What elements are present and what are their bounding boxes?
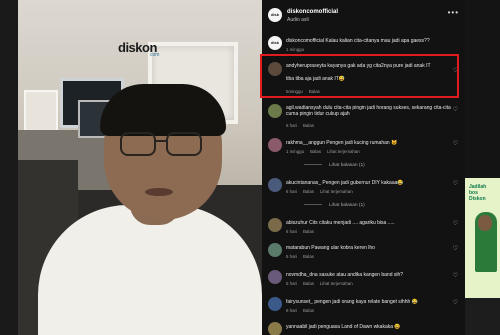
heart-icon[interactable]: ♡ [453,299,458,306]
next-post-face [478,215,492,231]
reply-button[interactable]: Balas [303,123,314,128]
comment-text: fairysunset_ pengen jadi orang kaya rela… [286,299,418,305]
comment-avatar[interactable] [268,178,282,192]
next-post-preview[interactable]: Jadilah bos Diskon [465,0,500,335]
translate-link[interactable]: Lihat terjemahan [327,149,360,154]
reply-button[interactable]: Balas [303,281,314,286]
reply-button[interactable]: Balas [310,149,321,154]
comment-meta: 1 minggu Balas Lihat terjemahan [286,149,360,154]
reply-button[interactable]: Balas [303,229,314,234]
next-post-text: Jadilah bos Diskon [469,184,487,202]
glasses-bridge [155,140,167,142]
comment-meta: 5 hari Balas Lihat terjemahan [286,281,353,286]
more-icon[interactable]: ••• [448,8,459,17]
reply-button[interactable]: Balas [303,308,314,313]
view-replies-link[interactable]: Lihat balasan (1) [306,163,365,168]
post-header: disk diskoncomofficial Audio asli ••• [262,0,465,28]
comment-text: agil.wadiansyah dulu cita-cita pingin ja… [286,105,451,118]
comment-avatar[interactable] [268,297,282,311]
comments-panel: disk diskoncomofficial Audio asli ••• di… [262,0,465,335]
video-player[interactable]: diskon com [0,0,262,335]
comment-text: diskoncomofficial Kalau kalian cita-cita… [286,38,430,44]
comment-meta: 5 hari Balas [286,254,314,259]
glasses-right [166,132,202,156]
heart-icon[interactable]: ♡ [453,272,458,279]
account-avatar[interactable]: disk [268,8,282,22]
comment-text: matarabun Pawang ular kobra keren lho [286,245,375,251]
person-hair [100,84,226,136]
comment-text: novmdha_dna sasuke atau andika kangen ba… [286,272,404,278]
comment-meta: 6 hari Balas [286,229,314,234]
heart-icon[interactable]: ♡ [453,140,458,147]
comment-avatar[interactable] [268,138,282,152]
audio-label[interactable]: Audio asli [287,17,309,23]
highlight-box [260,54,459,98]
next-post-footer [465,298,500,335]
reply-button[interactable]: Balas [303,254,314,259]
comment-text: rakhma__anggun Pengen jadi kucing rumaha… [286,140,398,146]
comment-meta: 6 hari Balas [286,123,314,128]
video-edge [0,0,18,335]
reply-button[interactable]: Balas [303,189,314,194]
heart-icon[interactable]: ♡ [453,245,458,252]
glasses-left [120,132,156,156]
comment-meta: 6 hari Balas Lihat terjemahan [286,189,353,194]
person-mouth [145,188,173,196]
video-logo-sub: com [150,52,160,58]
comment-avatar[interactable] [268,243,282,257]
heart-icon[interactable]: ♡ [453,106,458,113]
comment-avatar[interactable]: disk [268,36,282,50]
translate-link[interactable]: Lihat terjemahan [320,281,353,286]
comment-text: yannaabil jadi penguasa Land of Dawn wka… [286,324,401,330]
translate-link[interactable]: Lihat terjemahan [320,189,353,194]
comment-avatar[interactable] [268,104,282,118]
comment-avatar[interactable] [268,218,282,232]
view-replies-link[interactable]: Lihat balasan (1) [306,203,365,208]
heart-icon[interactable]: ♡ [453,180,458,187]
comment-meta: 6 hari Balas [286,308,314,313]
comment-text: akucintananas_ Pengen jadi gubernur DIY … [286,180,404,186]
account-name[interactable]: diskoncomofficial [287,9,338,15]
comment-avatar[interactable] [268,322,282,335]
comment-text: abiszuhur Cits citaku menjadi .... agari… [286,220,395,226]
heart-icon[interactable]: ♡ [453,220,458,227]
comment-avatar[interactable] [268,270,282,284]
comment-meta: 1 minggu [286,47,305,52]
